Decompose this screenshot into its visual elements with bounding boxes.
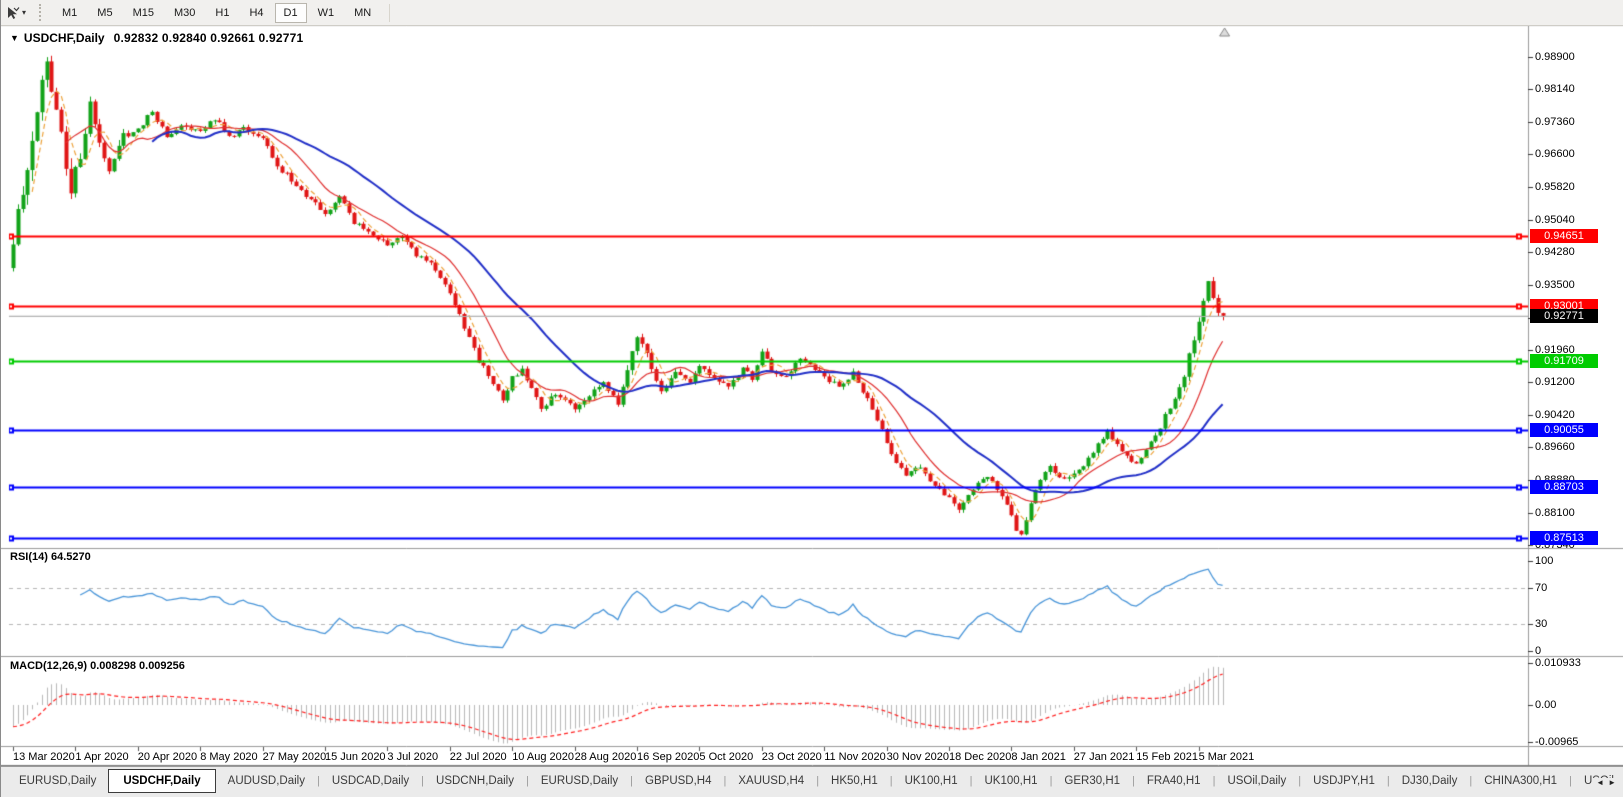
- chart-tabs-bar: EURUSD,Daily USDCHF,Daily AUDUSD,Daily | USD…: [1, 766, 1623, 797]
- timeframe-button-m15[interactable]: M15: [124, 3, 163, 23]
- timeframe-button-m1[interactable]: M1: [53, 3, 86, 23]
- chart-tab-eurusd-daily[interactable]: EURUSD,Daily: [7, 772, 108, 791]
- timeframe-button-m5[interactable]: M5: [88, 3, 121, 23]
- chart-tab-fra40-h1[interactable]: FRA40,H1: [1135, 772, 1213, 791]
- chart-tab-gbpusd-h4[interactable]: GBPUSD,H4: [633, 772, 723, 791]
- timeframe-button-m30[interactable]: M30: [165, 3, 204, 23]
- timeframe-buttons: M1 M5 M15 M30 H1 H4 D1 W1 MN: [52, 2, 381, 23]
- price-chart-canvas[interactable]: [1, 0, 1623, 797]
- chart-tab-china300-h1[interactable]: CHINA300,H1: [1472, 772, 1569, 791]
- chart-pointer-icon: [8, 6, 20, 19]
- chart-tab-uk100-h1[interactable]: UK100,H1: [973, 772, 1050, 791]
- timeframe-button-d1[interactable]: D1: [274, 2, 307, 23]
- chart-tab-usdcnh-daily[interactable]: USDCNH,Daily: [424, 772, 526, 791]
- tabs-scroll-arrows: ◄►: [1592, 778, 1620, 787]
- chart-tab-xauusd-h4[interactable]: XAUUSD,H4: [726, 772, 816, 791]
- trading-terminal-window: ▾ M1 M5 M15 M30 H1 H4 D1 W1 MN ▼ USDCHF,Daily 0.92…: [0, 0, 1623, 797]
- tabs-scroll-right-icon[interactable]: ►: [1608, 778, 1620, 787]
- toolbar-separator: [389, 3, 391, 22]
- chart-tab-ger30-h1[interactable]: GER30,H1: [1052, 772, 1132, 791]
- chart-tab-usoil-daily[interactable]: USOil,Daily: [1215, 772, 1298, 791]
- timeframe-button-h4[interactable]: H4: [240, 3, 272, 23]
- chart-tab-dj30-daily[interactable]: DJ30,Daily: [1390, 772, 1470, 791]
- timeframe-button-mn[interactable]: MN: [345, 3, 380, 23]
- chart-pointer-tool-button[interactable]: ▾: [3, 4, 29, 22]
- timeframe-button-h1[interactable]: H1: [206, 3, 238, 23]
- chart-tab-usdcad-daily[interactable]: USDCAD,Daily: [320, 772, 421, 791]
- chart-tabs: EURUSD,Daily USDCHF,Daily AUDUSD,Daily | USD…: [7, 769, 1623, 793]
- chart-tab-usdchf-daily[interactable]: USDCHF,Daily: [108, 769, 216, 793]
- tabs-scroll-left-icon[interactable]: ◄: [1596, 778, 1608, 787]
- chart-tab-eurusd-daily[interactable]: EURUSD,Daily: [529, 772, 630, 791]
- chart-tab-usdjpy-h1[interactable]: USDJPY,H1: [1301, 772, 1387, 791]
- chart-tab-audusd-daily[interactable]: AUDUSD,Daily: [216, 772, 317, 791]
- toolbar-grip[interactable]: [39, 4, 44, 21]
- dropdown-caret-icon: ▾: [22, 8, 27, 17]
- chart-tab-hk50-h1[interactable]: HK50,H1: [819, 772, 890, 791]
- chart-tab-uk100-h1[interactable]: UK100,H1: [893, 772, 970, 791]
- toolbar: ▾ M1 M5 M15 M30 H1 H4 D1 W1 MN: [1, 0, 1623, 26]
- timeframe-button-w1[interactable]: W1: [309, 3, 344, 23]
